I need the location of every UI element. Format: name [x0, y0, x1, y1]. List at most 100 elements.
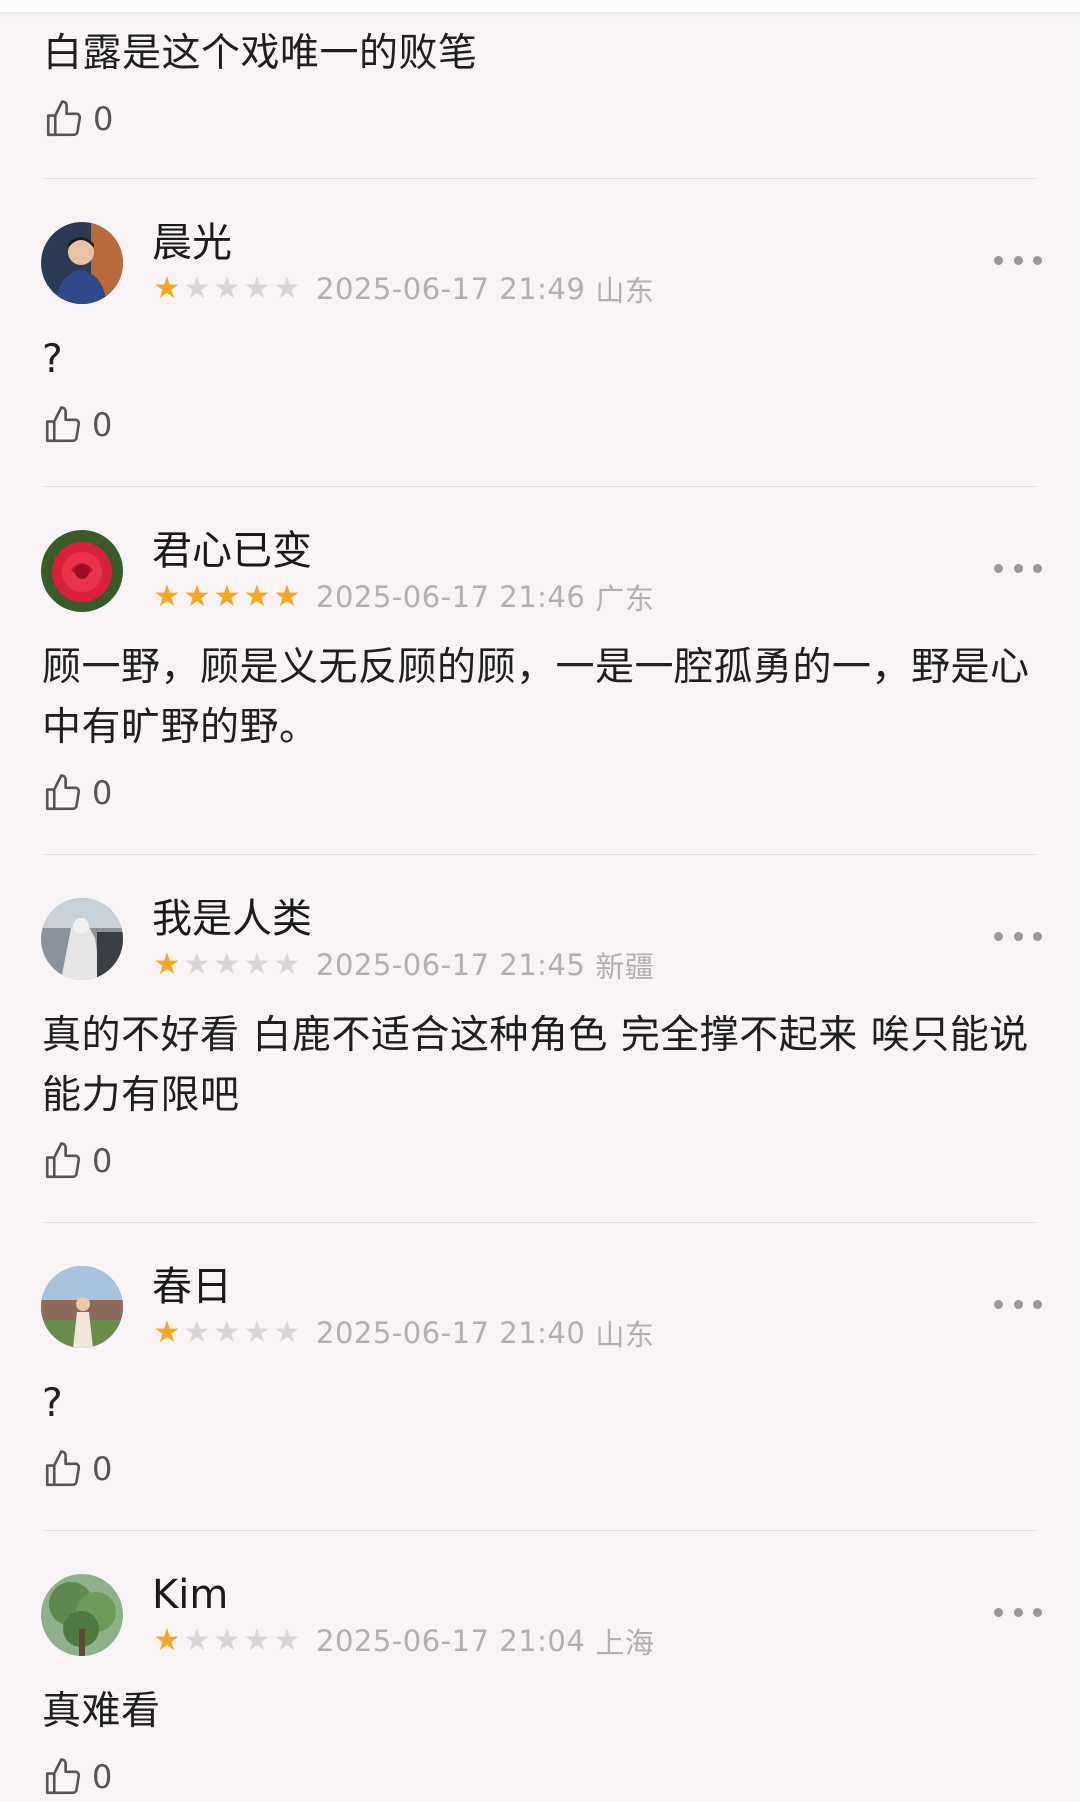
- rating-stars: ★ ★ ★ ★ ★: [152, 274, 302, 304]
- more-dots-icon[interactable]: [994, 1602, 1042, 1622]
- thumbs-up-icon: [46, 100, 82, 137]
- avatar-image: [41, 1574, 123, 1656]
- review-meta: ★ ★ ★ ★ ★ 2025-06-17 21:46 广东: [152, 580, 654, 616]
- star-icon: ★: [273, 271, 301, 306]
- divider: [42, 486, 1038, 487]
- more-dots-icon[interactable]: [994, 558, 1042, 578]
- review-date: 2025-06-17 21:40: [316, 1316, 586, 1350]
- review-location: 山东: [595, 1318, 655, 1352]
- more-dots-icon[interactable]: [994, 1294, 1042, 1314]
- divider: [42, 178, 1038, 179]
- star-icon: ★: [153, 1623, 181, 1658]
- star-icon: ★: [243, 1623, 271, 1658]
- avatar-image: [41, 1266, 123, 1348]
- review-meta: ★ ★ ★ ★ ★ 2025-06-17 21:49 山东: [152, 272, 654, 308]
- star-icon: ★: [213, 947, 241, 982]
- avatar[interactable]: [41, 530, 123, 612]
- like-count: 0: [92, 1450, 113, 1488]
- review-date: 2025-06-17 21:45: [316, 948, 586, 982]
- review-text: ?: [42, 1381, 64, 1426]
- avatar-image: [41, 898, 123, 980]
- review-location: 新疆: [595, 950, 655, 984]
- review-body: ? 0: [42, 330, 1042, 450]
- star-icon: ★: [243, 947, 271, 982]
- avatar[interactable]: [41, 898, 123, 980]
- like-button[interactable]: 0: [42, 1752, 1042, 1802]
- more-dots-icon[interactable]: [994, 250, 1042, 270]
- like-count: 0: [93, 100, 114, 138]
- like-button[interactable]: 0: [42, 400, 1042, 450]
- star-icon: ★: [153, 1315, 181, 1350]
- review-text: 顾一野，顾是义无反顾的顾，一是一腔孤勇的一，野是心中有旷野的野。: [42, 645, 1030, 750]
- star-icon: ★: [153, 947, 181, 982]
- review-text: 真难看: [42, 1689, 161, 1734]
- rating-stars: ★ ★ ★ ★ ★: [152, 582, 302, 612]
- review-date: 2025-06-17 21:49: [316, 272, 586, 306]
- like-count: 0: [92, 1142, 113, 1180]
- star-icon: ★: [243, 579, 271, 614]
- star-icon: ★: [213, 1315, 241, 1350]
- review-date: 2025-06-17 21:04: [316, 1624, 586, 1658]
- star-icon: ★: [213, 271, 241, 306]
- divider: [42, 1222, 1038, 1223]
- like-count: 0: [92, 406, 113, 444]
- like-button[interactable]: 0: [42, 1136, 1042, 1186]
- like-button[interactable]: 0: [42, 1444, 1042, 1494]
- more-dots-icon[interactable]: [994, 926, 1042, 946]
- thumbs-up-icon: [45, 1758, 81, 1795]
- thumbs-up-icon: [45, 406, 81, 443]
- divider: [42, 1530, 1038, 1531]
- review-body: 真的不好看 白鹿不适合这种角色 完全撑不起来 唉只能说能力有限吧 0: [42, 1006, 1042, 1186]
- review-text: 真的不好看 白鹿不适合这种角色 完全撑不起来 唉只能说能力有限吧: [42, 1013, 1029, 1118]
- star-icon: ★: [183, 1315, 211, 1350]
- review-meta: ★ ★ ★ ★ ★ 2025-06-17 21:45 新疆: [152, 948, 654, 984]
- avatar[interactable]: [41, 222, 123, 304]
- review-body: 顾一野，顾是义无反顾的顾，一是一腔孤勇的一，野是心中有旷野的野。 0: [42, 638, 1042, 818]
- thumbs-up-icon: [45, 1450, 81, 1487]
- star-icon: ★: [213, 1623, 241, 1658]
- review-meta: ★ ★ ★ ★ ★ 2025-06-17 21:40 山东: [152, 1316, 654, 1352]
- star-icon: ★: [273, 1623, 301, 1658]
- user-name[interactable]: 晨光: [152, 218, 232, 268]
- comment-text: 白露是这个戏唯一的败笔: [43, 31, 478, 76]
- review-date: 2025-06-17 21:46: [316, 580, 586, 614]
- star-icon: ★: [183, 271, 211, 306]
- review-location: 山东: [595, 274, 655, 308]
- like-count: 0: [92, 1758, 113, 1796]
- avatar-image: [41, 530, 123, 612]
- review-body: ? 0: [42, 1374, 1042, 1494]
- review-body: 真难看 0: [42, 1682, 1042, 1802]
- rating-stars: ★ ★ ★ ★ ★: [152, 950, 302, 980]
- star-icon: ★: [153, 579, 181, 614]
- avatar[interactable]: [41, 1574, 123, 1656]
- first-comment: 白露是这个戏唯一的败笔 0: [43, 24, 1043, 144]
- review-text: ?: [42, 337, 64, 382]
- review-location: 上海: [595, 1626, 655, 1660]
- rating-stars: ★ ★ ★ ★ ★: [152, 1626, 302, 1656]
- top-bar: [0, 0, 1080, 12]
- star-icon: ★: [183, 1623, 211, 1658]
- star-icon: ★: [243, 271, 271, 306]
- star-icon: ★: [273, 947, 301, 982]
- star-icon: ★: [273, 579, 301, 614]
- user-name[interactable]: Kim: [152, 1570, 228, 1620]
- star-icon: ★: [153, 271, 181, 306]
- user-name[interactable]: 春日: [152, 1262, 232, 1312]
- divider: [42, 854, 1038, 855]
- like-count: 0: [92, 774, 113, 812]
- user-name[interactable]: 君心已变: [152, 526, 312, 576]
- review-meta: ★ ★ ★ ★ ★ 2025-06-17 21:04 上海: [152, 1624, 654, 1660]
- star-icon: ★: [183, 947, 211, 982]
- like-button[interactable]: 0: [42, 768, 1042, 818]
- thumbs-up-icon: [45, 1142, 81, 1179]
- review-location: 广东: [595, 582, 655, 616]
- user-name[interactable]: 我是人类: [152, 894, 312, 944]
- thumbs-up-icon: [45, 774, 81, 811]
- star-icon: ★: [243, 1315, 271, 1350]
- star-icon: ★: [183, 579, 211, 614]
- avatar[interactable]: [41, 1266, 123, 1348]
- rating-stars: ★ ★ ★ ★ ★: [152, 1318, 302, 1348]
- star-icon: ★: [213, 579, 241, 614]
- like-button[interactable]: 0: [43, 94, 1043, 144]
- avatar-image: [41, 222, 123, 304]
